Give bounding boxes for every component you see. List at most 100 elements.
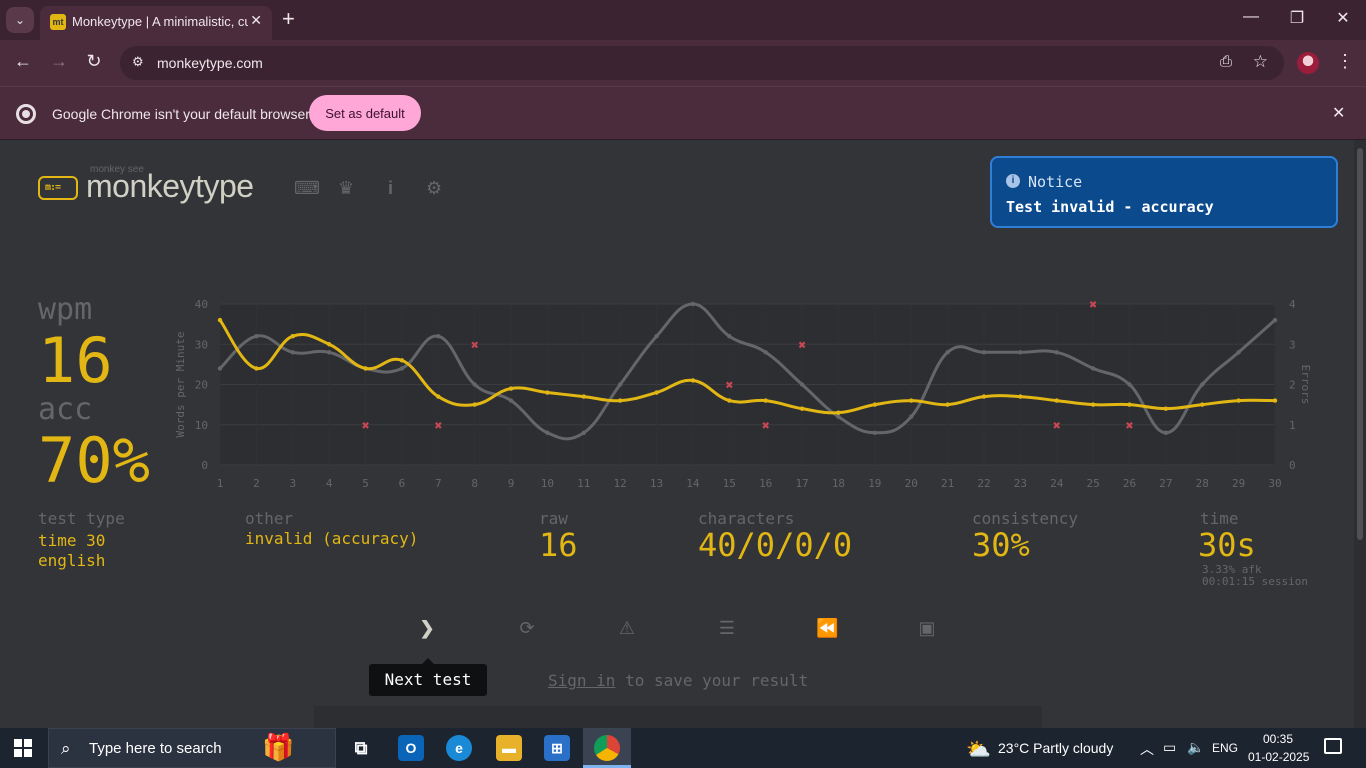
tab-strip: ⌄ mt Monkeytype | A minimalistic, custom…	[0, 0, 1366, 40]
new-tab-button[interactable]: +	[282, 6, 295, 32]
chart-ytick-label: 0	[201, 459, 208, 472]
chart-xtick-label: 23	[1014, 477, 1027, 490]
install-app-icon[interactable]: ⎙	[1220, 53, 1232, 70]
info-icon[interactable]: i	[388, 178, 393, 199]
profile-avatar[interactable]	[1297, 52, 1319, 74]
chart-xtick-label: 14	[686, 477, 700, 490]
chart-point-wpm	[363, 366, 368, 371]
tab-search-button[interactable]: ⌄	[6, 7, 34, 33]
restart-icon[interactable]: ⟳	[516, 618, 538, 639]
clock-time[interactable]: 00:35	[1263, 732, 1293, 746]
clock-date[interactable]: 01-02-2025	[1248, 750, 1309, 764]
chart-xtick-label: 22	[977, 477, 990, 490]
infobar-close-icon[interactable]: ✕	[1332, 103, 1345, 123]
chart-point-raw	[545, 430, 550, 435]
address-bar[interactable]: ⚙ monkeytype.com ⎙ ☆	[120, 46, 1284, 80]
logo-text[interactable]: monkeytype	[86, 168, 254, 205]
chart-xtick-label: 24	[1050, 477, 1064, 490]
file-explorer-icon[interactable]: ▬	[496, 735, 522, 761]
chart-point-wpm	[1236, 398, 1241, 403]
tray-chevron-icon[interactable]: ︿	[1140, 739, 1154, 759]
weather-partly-cloudy-icon[interactable]: ⛅	[966, 737, 991, 762]
chart-point-raw	[945, 350, 950, 355]
keyboard-icon[interactable]: ⌨	[294, 178, 320, 199]
sign-in-link[interactable]: Sign in	[548, 671, 615, 690]
tab-close-icon[interactable]: ✕	[250, 12, 262, 29]
minimize-button[interactable]: —	[1236, 8, 1266, 26]
site-info-icon[interactable]: ⚙	[132, 54, 144, 70]
reload-button[interactable]: ↻	[81, 51, 107, 72]
notification-icon[interactable]	[1324, 738, 1342, 754]
gift-icon[interactable]: 🎁	[262, 732, 294, 763]
language-indicator[interactable]: ENG	[1212, 741, 1238, 755]
warning-icon[interactable]: ⚠	[616, 618, 638, 639]
chart-y2tick-label: 4	[1289, 298, 1296, 311]
chrome-menu-icon[interactable]: ⋮	[1336, 51, 1354, 72]
chart-point-raw	[909, 414, 914, 419]
chart-error-mark: ✖	[434, 421, 442, 432]
volume-icon[interactable]: 🔈	[1187, 739, 1204, 756]
chart-point-raw	[617, 382, 623, 387]
chart-xtick-label: 18	[832, 477, 845, 490]
gear-icon[interactable]: ⚙	[426, 178, 442, 199]
chart-y2tick-label: 3	[1289, 338, 1296, 351]
other-label: other	[245, 509, 294, 528]
chart-point-raw	[654, 334, 659, 339]
chart-point-wpm	[1200, 402, 1205, 407]
default-browser-infobar: Google Chrome isn't your default browser	[0, 86, 1366, 140]
replay-icon[interactable]: ⏪	[816, 618, 838, 639]
bookmark-star-icon[interactable]: ☆	[1253, 52, 1268, 72]
monkeytype-logo-icon[interactable]: m:=	[38, 176, 78, 200]
close-window-button[interactable]: ✕	[1328, 8, 1358, 28]
taskbar-search-placeholder: Type here to search	[89, 740, 222, 757]
weather-text[interactable]: 23°C Partly cloudy	[998, 740, 1113, 756]
task-view-icon[interactable]: ⧉	[348, 735, 374, 761]
tab-favicon-icon: mt	[50, 14, 66, 30]
logo-icon-glyph: m:=	[45, 182, 61, 193]
chart-xtick-label: 11	[577, 477, 590, 490]
other-value: invalid (accuracy)	[245, 529, 419, 548]
crown-icon[interactable]: ♛	[338, 178, 354, 199]
chart-point-raw	[1272, 317, 1278, 323]
chart-point-raw	[1200, 382, 1205, 387]
forward-button[interactable]: →	[46, 51, 72, 72]
next-test-button[interactable]: ❯	[416, 618, 438, 639]
signin-prompt: Sign in to save your result	[548, 671, 808, 690]
chart-point-wpm	[217, 317, 223, 323]
chrome-taskbar-icon[interactable]	[594, 735, 620, 761]
notice-toast[interactable]: i Notice Test invalid - accuracy	[990, 156, 1338, 228]
chart-point-raw	[508, 398, 514, 403]
chart-error-mark: ✖	[725, 381, 733, 392]
word-history-icon[interactable]: ☰	[716, 618, 738, 639]
url-text[interactable]: monkeytype.com	[157, 55, 263, 71]
chart-point-wpm	[981, 394, 987, 399]
screenshot-icon[interactable]: ▣	[916, 618, 938, 639]
chart-point-wpm	[763, 398, 768, 403]
chart-point-raw	[799, 382, 805, 387]
edge-icon[interactable]: e	[446, 735, 472, 761]
wpm-label: wpm	[38, 292, 93, 327]
chart-point-wpm	[1054, 398, 1059, 403]
monkeytype-page: m:= monkey see monkeytype ⌨ ♛ i ⚙ i Noti…	[0, 140, 1354, 728]
battery-icon[interactable]: ▭	[1163, 739, 1176, 756]
scrollbar-thumb[interactable]	[1357, 148, 1363, 540]
chart-point-raw	[1127, 382, 1132, 387]
back-button[interactable]: ←	[10, 51, 36, 72]
set-as-default-button[interactable]: Set as default	[309, 95, 421, 131]
chart-point-wpm	[1272, 398, 1278, 403]
page-scrollbar[interactable]	[1354, 140, 1366, 728]
browser-tab[interactable]: mt Monkeytype | A minimalistic, customiz…	[40, 6, 272, 40]
chart-xtick-label: 8	[471, 477, 478, 490]
chart-point-wpm	[508, 386, 514, 391]
chart-point-raw	[763, 350, 768, 355]
chart-xtick-label: 28	[1196, 477, 1209, 490]
outlook-icon[interactable]: O	[398, 735, 424, 761]
chart-point-wpm	[654, 390, 659, 395]
chart-xtick-label: 6	[399, 477, 406, 490]
chart-xtick-label: 17	[795, 477, 808, 490]
windows-start-icon[interactable]	[14, 739, 32, 757]
restore-button[interactable]: ❐	[1282, 8, 1312, 28]
chart-y2label: Errors	[1299, 365, 1312, 405]
chart-point-raw	[1236, 350, 1241, 355]
store-icon[interactable]: ⊞	[544, 735, 570, 761]
